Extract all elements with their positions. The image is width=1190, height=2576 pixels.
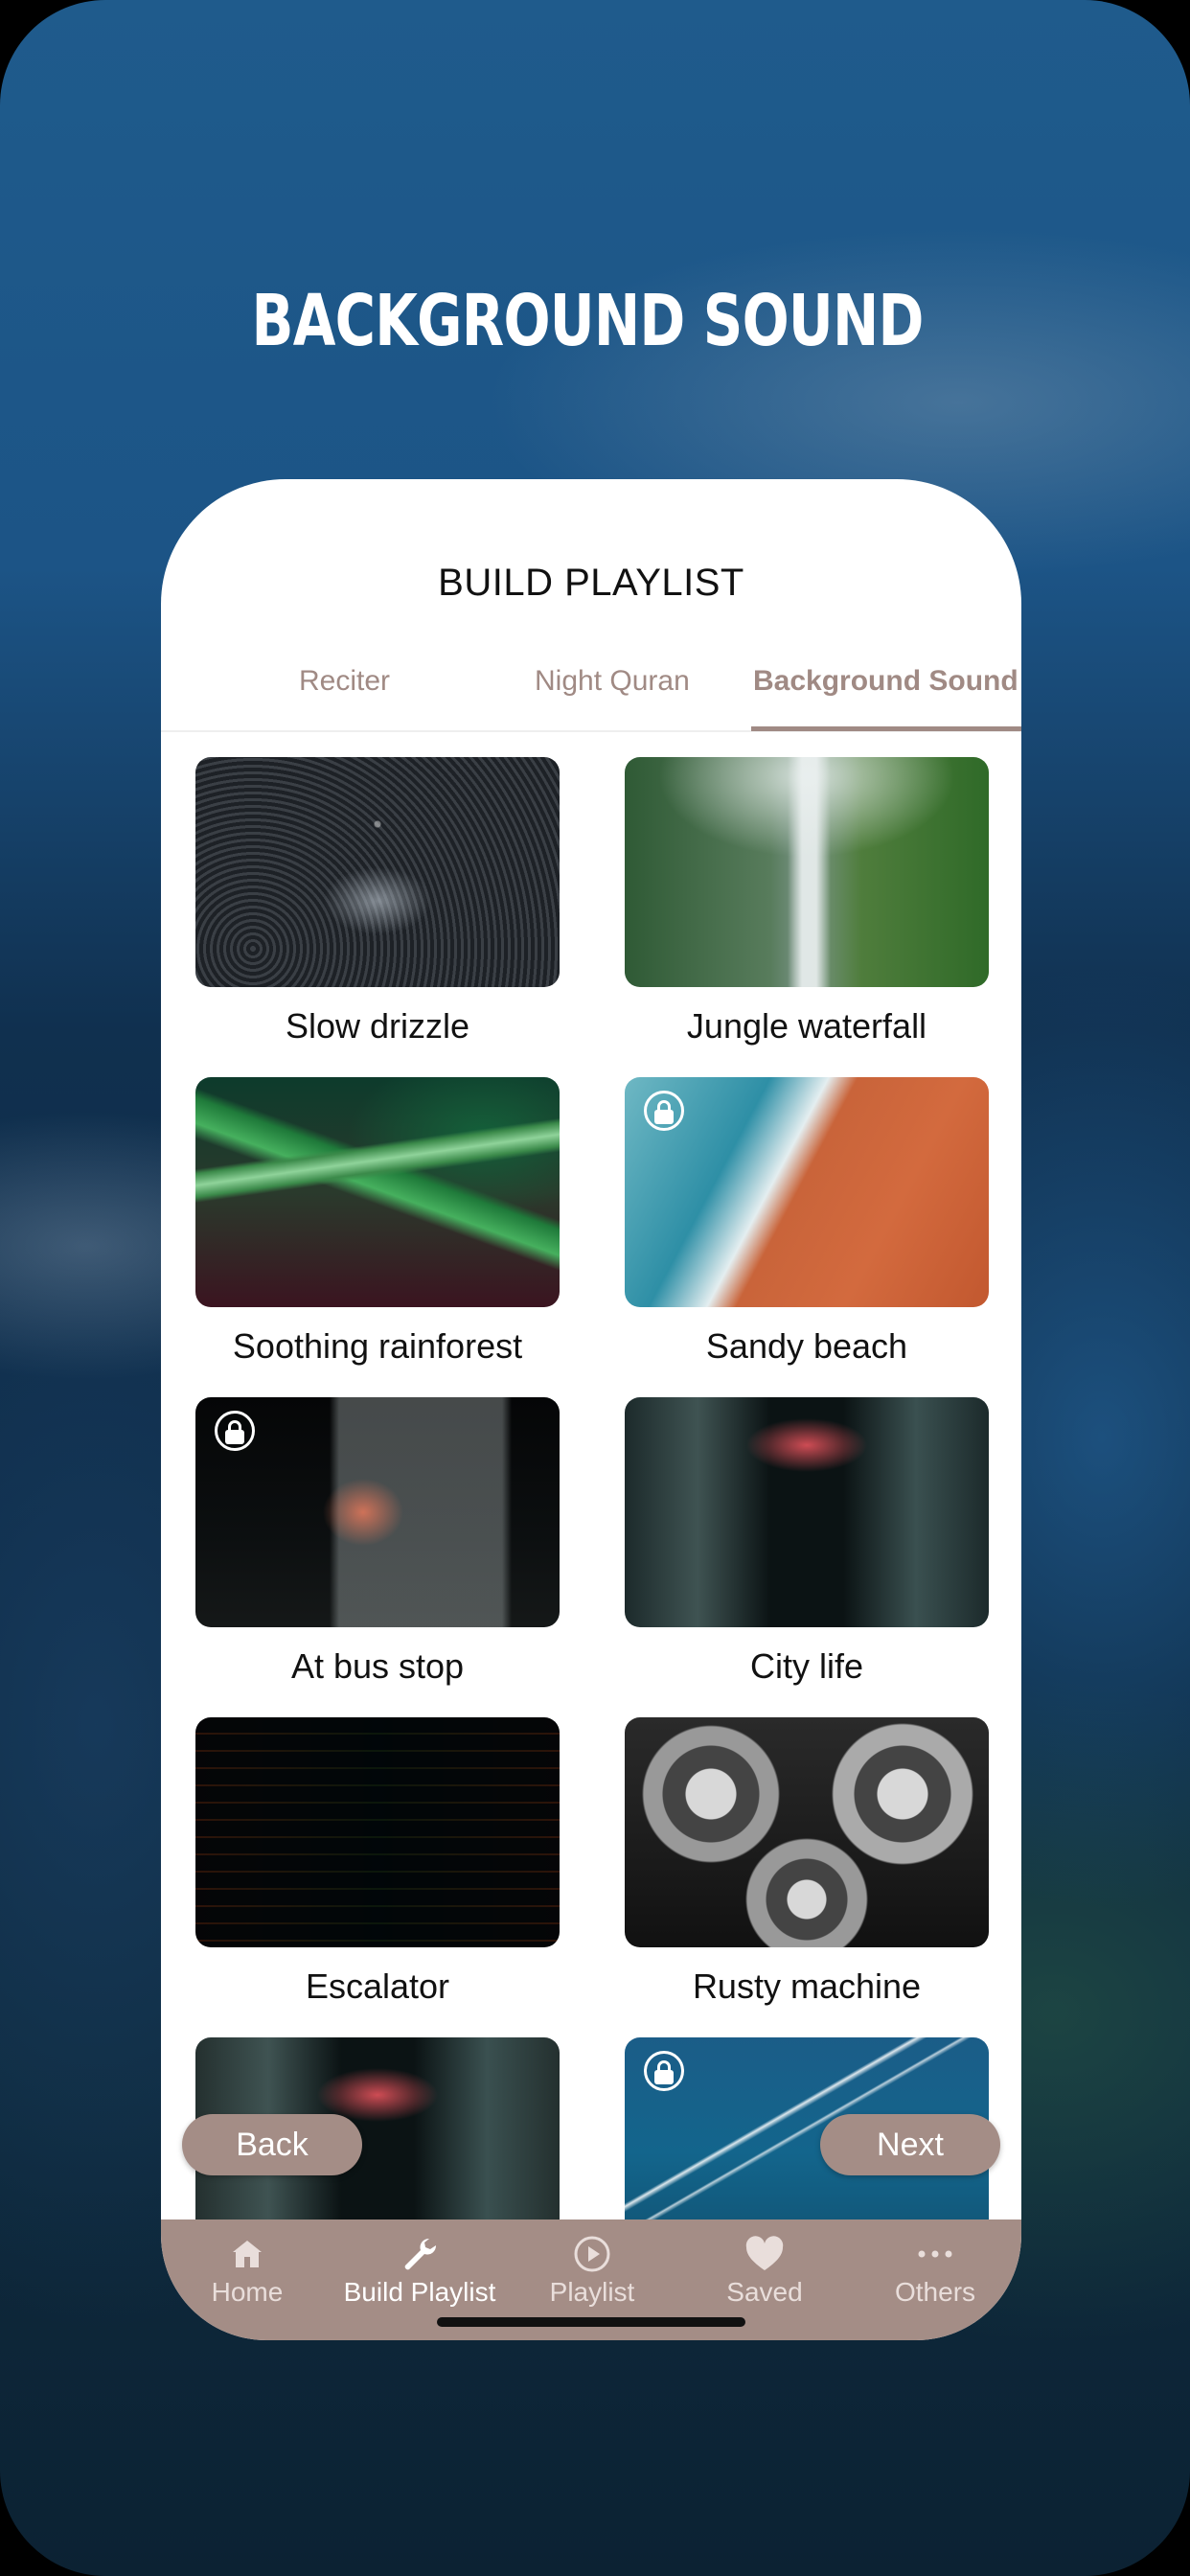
- active-tab-indicator: [751, 726, 1021, 731]
- wrench-icon: [333, 2235, 506, 2273]
- tab-background-sound[interactable]: Background Sound: [753, 665, 1018, 698]
- bottom-nav: Home Build Playlist Playlist Saved Other…: [161, 2220, 1021, 2340]
- nav-playlist-label: Playlist: [549, 2277, 635, 2307]
- nav-home[interactable]: Home: [161, 2235, 333, 2308]
- lock-icon: [644, 2051, 684, 2091]
- nav-saved-label: Saved: [726, 2277, 803, 2307]
- sound-thumbnail[interactable]: [195, 1717, 560, 1947]
- sound-thumbnail[interactable]: [625, 757, 989, 987]
- heart-icon: [678, 2235, 851, 2273]
- nav-home-label: Home: [211, 2277, 284, 2307]
- promo-background: BACKGROUND SOUND BUILD PLAYLIST Reciter …: [0, 0, 1190, 2576]
- sound-thumbnail[interactable]: [195, 1077, 560, 1307]
- lock-icon: [215, 1411, 255, 1451]
- sound-thumbnail[interactable]: [625, 1397, 989, 1627]
- sound-label: City life: [749, 1646, 864, 1686]
- promo-headline: BACKGROUND SOUND: [251, 280, 925, 362]
- sound-label: Soothing rainforest: [232, 1326, 523, 1366]
- nav-saved[interactable]: Saved: [678, 2235, 851, 2308]
- page-title: BUILD PLAYLIST: [438, 562, 744, 604]
- nav-playlist[interactable]: Playlist: [506, 2235, 678, 2308]
- tab-bar: Reciter Night Quran Background Sound: [161, 652, 1021, 732]
- sound-label: Rusty machine: [692, 1966, 922, 2006]
- home-indicator: [437, 2317, 745, 2327]
- tab-reciter[interactable]: Reciter: [299, 665, 390, 698]
- play-circle-icon: [506, 2235, 678, 2273]
- sound-thumbnail[interactable]: [625, 1717, 989, 1947]
- phone-screen: BUILD PLAYLIST Reciter Night Quran Backg…: [161, 479, 1021, 2340]
- home-icon: [161, 2235, 333, 2273]
- sound-label: Slow drizzle: [285, 1006, 470, 1046]
- sound-label: At bus stop: [290, 1646, 465, 1686]
- next-button[interactable]: Next: [820, 2114, 1000, 2175]
- back-button[interactable]: Back: [182, 2114, 362, 2175]
- nav-build-playlist-label: Build Playlist: [343, 2277, 496, 2307]
- sound-thumbnail[interactable]: [625, 1077, 989, 1307]
- sound-label: Escalator: [305, 1966, 450, 2006]
- nav-build-playlist[interactable]: Build Playlist: [333, 2235, 506, 2308]
- sound-grid[interactable]: Slow drizzle Jungle waterfall Soothing r…: [161, 757, 1021, 2267]
- nav-others-label: Others: [894, 2277, 976, 2307]
- tab-night-quran[interactable]: Night Quran: [535, 665, 690, 698]
- more-dots-icon: [849, 2235, 1021, 2273]
- sound-label: Jungle waterfall: [686, 1006, 927, 1046]
- nav-others[interactable]: Others: [849, 2235, 1021, 2308]
- lock-icon: [644, 1091, 684, 1131]
- sound-label: Sandy beach: [705, 1326, 908, 1366]
- sound-thumbnail[interactable]: [195, 757, 560, 987]
- sound-thumbnail[interactable]: [195, 1397, 560, 1627]
